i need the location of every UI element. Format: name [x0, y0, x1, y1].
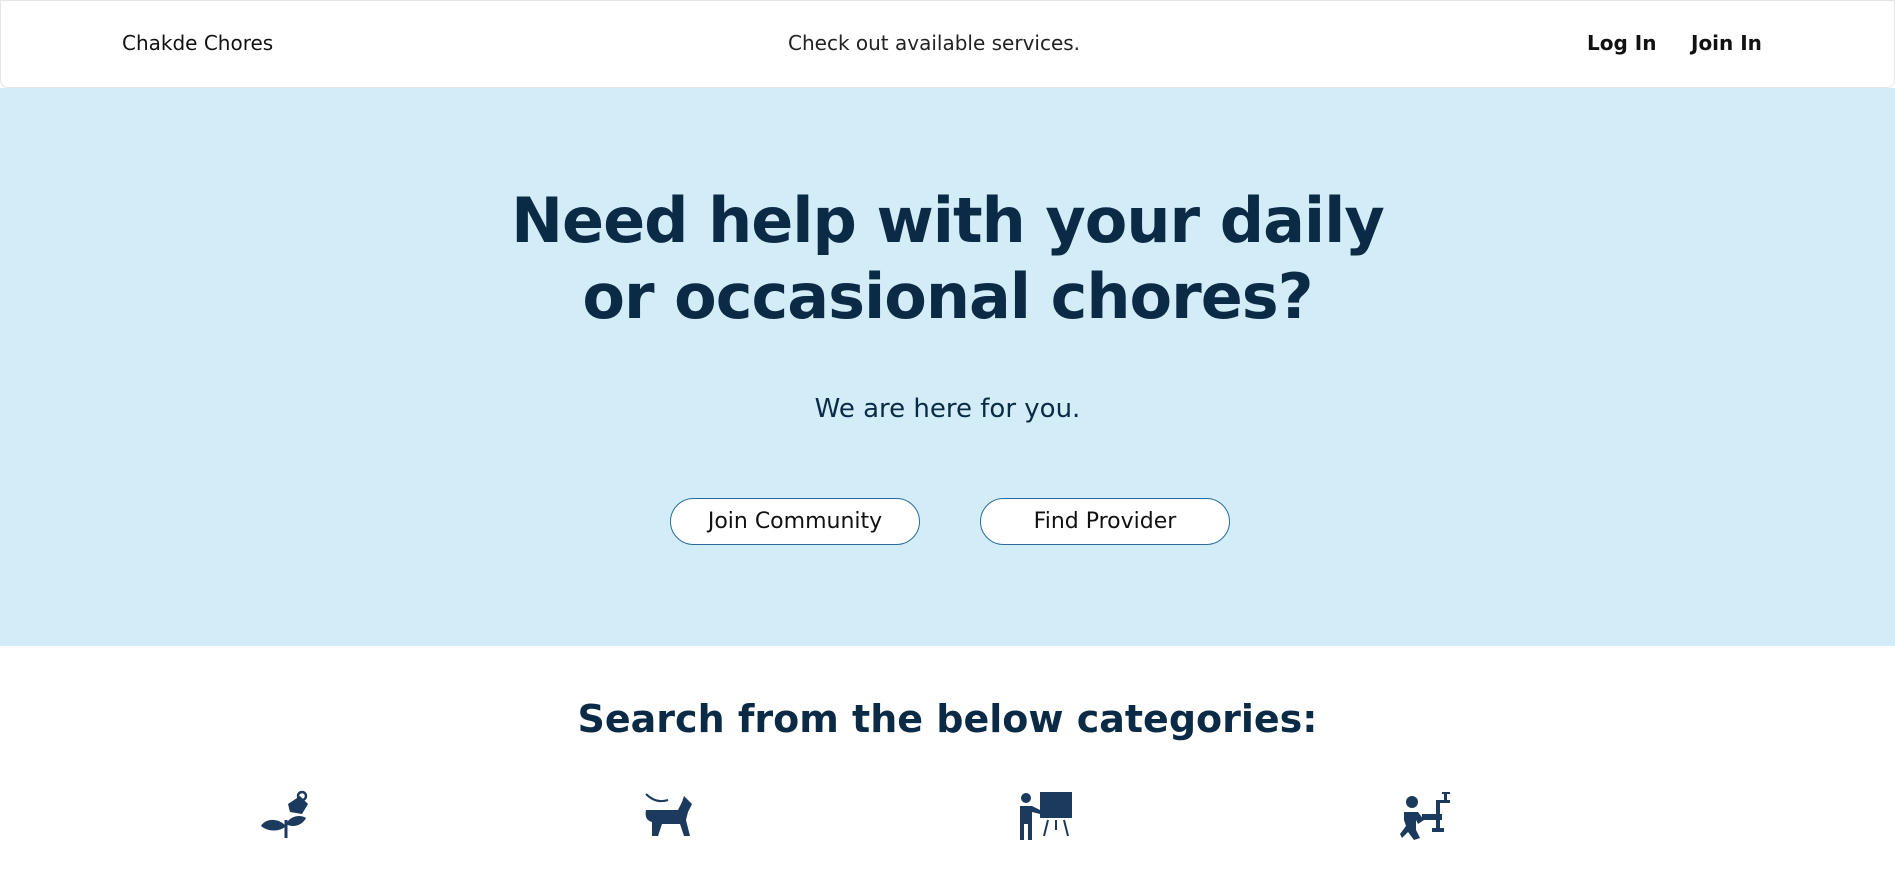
hero-title-line-1: Need help with your daily: [511, 184, 1385, 257]
join-link[interactable]: Join In: [1691, 31, 1762, 55]
login-link[interactable]: Log In: [1587, 31, 1656, 55]
hero-subtitle: We are here for you.: [814, 394, 1081, 424]
dog-walking-icon[interactable]: [638, 790, 694, 842]
hero-title-line-2: or occasional chores?: [582, 260, 1313, 333]
find-provider-button[interactable]: Find Provider: [980, 498, 1230, 545]
hero-section: Need help with your daily or occasional …: [0, 88, 1895, 646]
hero-title: Need help with your daily or occasional …: [0, 183, 1895, 335]
join-community-button[interactable]: Join Community: [670, 498, 920, 545]
tutoring-icon[interactable]: [1018, 790, 1074, 842]
brand-logo-link[interactable]: Chakde Chores: [122, 31, 273, 55]
categories-heading: Search from the below categories:: [577, 697, 1318, 741]
top-navigation-bar: Chakde Chores Check out available servic…: [0, 0, 1895, 88]
plumbing-icon[interactable]: [1398, 790, 1454, 842]
services-link[interactable]: Check out available services.: [788, 31, 1080, 55]
gardening-icon[interactable]: [258, 790, 314, 842]
